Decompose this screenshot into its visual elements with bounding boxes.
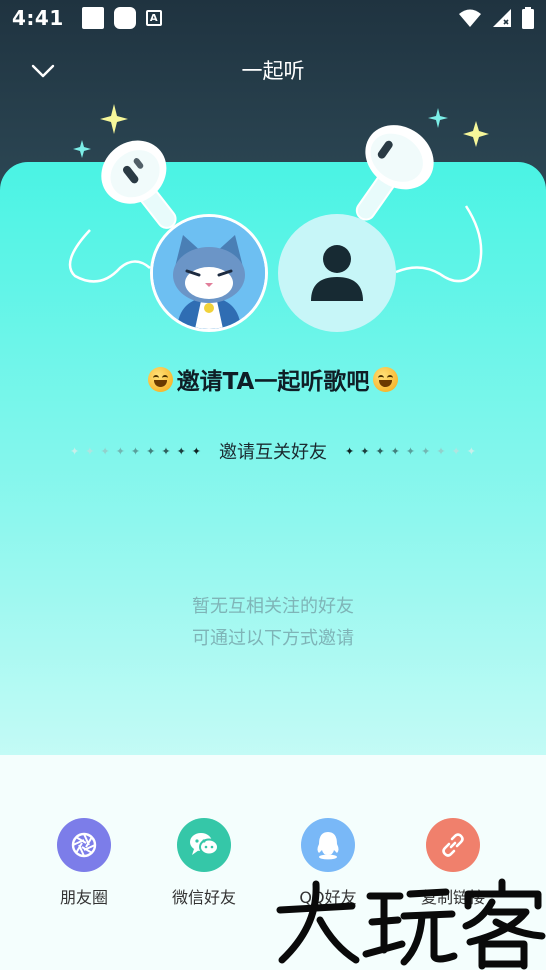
page-header: 一起听 bbox=[0, 44, 546, 96]
notification-icons: A bbox=[81, 7, 162, 29]
share-moments-label: 朋友圈 bbox=[59, 888, 108, 907]
grin-emoji-icon bbox=[147, 366, 173, 392]
invite-heading: 邀请TA一起听歌吧 bbox=[0, 362, 546, 396]
chevron-down-icon bbox=[31, 64, 55, 78]
section-title: 邀请互关好友 bbox=[219, 442, 327, 463]
share-moments-button[interactable]: 朋友圈 bbox=[22, 818, 146, 908]
page-title: 一起听 bbox=[241, 59, 305, 83]
status-bar: 4:41 A bbox=[0, 0, 546, 36]
empty-state-line1: 暂无互相关注的好友 bbox=[192, 596, 354, 617]
qq-penguin-icon bbox=[301, 818, 355, 872]
cat-avatar-icon bbox=[153, 217, 265, 329]
earphones-illustration bbox=[68, 104, 489, 283]
wifi-icon bbox=[459, 9, 481, 27]
my-avatar bbox=[150, 214, 268, 332]
grin-emoji-icon bbox=[373, 366, 399, 392]
chat-bubble-icon bbox=[177, 818, 231, 872]
signal-icon bbox=[493, 9, 511, 27]
status-time: 4:41 bbox=[12, 6, 64, 30]
link-icon bbox=[426, 818, 480, 872]
person-icon bbox=[311, 245, 363, 301]
section-divider: ✦ ✦ ✦ ✦ ✦ ✦ ✦ ✦ ✦ 邀请互关好友 ✦ ✦ ✦ ✦ ✦ ✦ ✦ ✦… bbox=[0, 436, 546, 466]
battery-icon bbox=[522, 7, 534, 29]
empty-state-line2: 可通过以下方式邀请 bbox=[192, 628, 354, 649]
sparkle-left-icon: ✦ ✦ ✦ ✦ ✦ ✦ ✦ ✦ ✦ bbox=[70, 444, 201, 458]
invite-title-text: 邀请TA一起听歌吧 bbox=[176, 369, 370, 395]
text-a-icon: A bbox=[145, 10, 162, 26]
watermark-logo bbox=[276, 878, 546, 970]
share-wechat-button[interactable]: 微信好友 bbox=[142, 818, 266, 908]
share-wechat-label: 微信好友 bbox=[171, 888, 236, 907]
invite-placeholder-avatar[interactable] bbox=[278, 214, 396, 332]
aperture-icon bbox=[57, 818, 111, 872]
square-icon bbox=[81, 7, 104, 29]
collapse-button[interactable] bbox=[26, 54, 60, 88]
system-icons bbox=[458, 7, 534, 29]
rounded-square-icon bbox=[113, 7, 136, 29]
sparkle-right-icon: ✦ ✦ ✦ ✦ ✦ ✦ ✦ ✦ ✦ bbox=[345, 444, 476, 458]
